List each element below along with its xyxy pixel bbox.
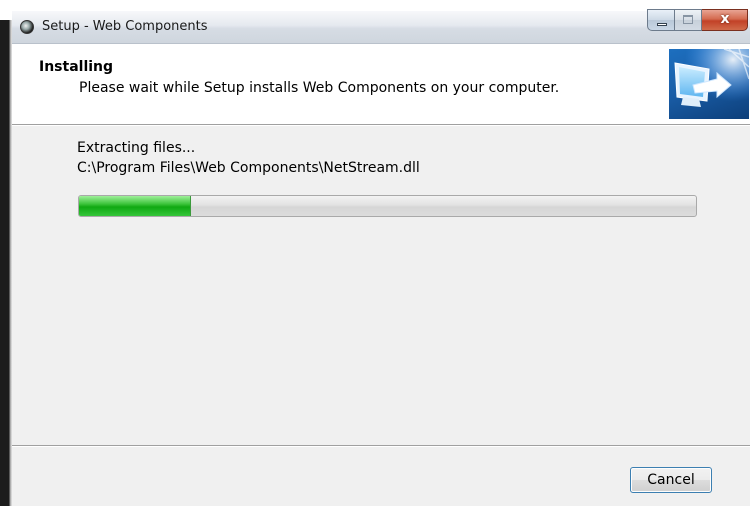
current-file-path: C:\Program Files\Web Components\NetStrea… — [77, 160, 420, 176]
install-progress-bar — [78, 195, 697, 217]
maximize-icon — [683, 15, 693, 24]
progress-bar-fill — [79, 196, 192, 216]
minimize-icon — [657, 23, 667, 26]
setup-app-icon — [20, 20, 34, 34]
screen: Setup - Web Components x Installing Plea… — [0, 0, 750, 506]
minimize-button[interactable] — [647, 9, 675, 31]
background-window-edge — [0, 0, 12, 506]
status-text: Extracting files... — [77, 140, 196, 156]
cancel-button[interactable]: Cancel — [630, 467, 712, 493]
wizard-body: Extracting files... C:\Program Files\Web… — [12, 126, 750, 445]
page-title: Installing — [39, 59, 114, 75]
wizard-header: Installing Please wait while Setup insta… — [12, 44, 750, 125]
close-icon: x — [720, 11, 730, 27]
window-title: Setup - Web Components — [42, 19, 208, 34]
maximize-button — [675, 9, 702, 31]
window-controls: x — [647, 9, 748, 31]
title-bar[interactable]: Setup - Web Components x — [12, 9, 750, 44]
monitor-with-arrow-icon — [669, 49, 749, 119]
wizard-footer: Cancel — [12, 447, 750, 506]
close-button[interactable]: x — [702, 9, 748, 31]
page-subtitle: Please wait while Setup installs Web Com… — [79, 80, 560, 96]
